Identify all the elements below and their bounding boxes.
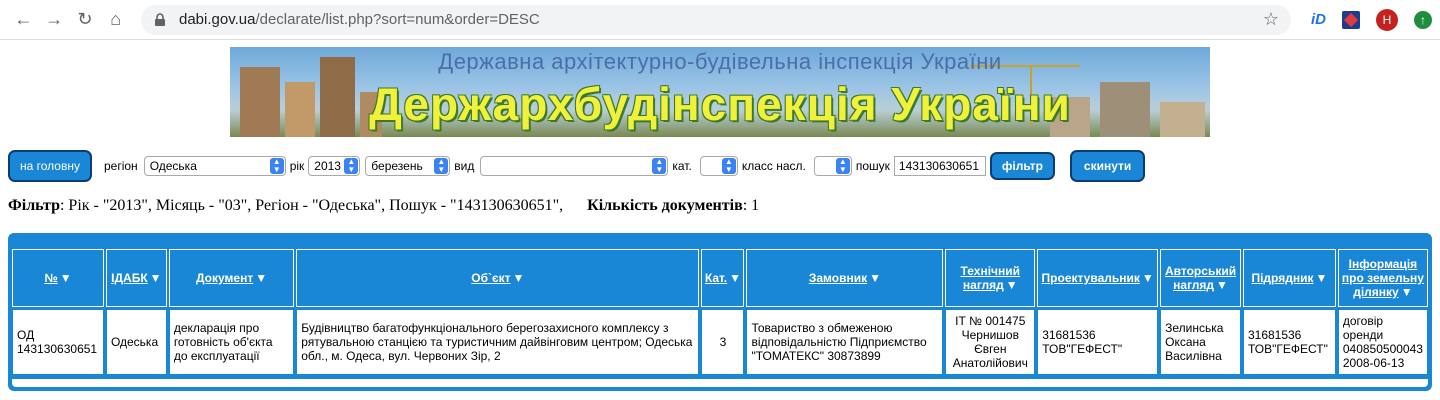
month-select-value: березень xyxy=(371,159,423,173)
search-input[interactable]: 143130630651 xyxy=(893,156,986,176)
url-host: dabi.gov.ua xyxy=(179,11,256,28)
sort-triangle-icon[interactable]: ▼ xyxy=(1315,271,1327,285)
category-select[interactable]: ▲ ▼ xyxy=(699,156,738,176)
column-header-object[interactable]: Об`єкт ▼ xyxy=(296,249,700,307)
sort-triangle-icon[interactable]: ▼ xyxy=(869,271,881,285)
month-select[interactable]: березень ▲ ▼ xyxy=(365,156,451,176)
sort-triangle-icon[interactable]: ▼ xyxy=(1401,285,1413,299)
cell-num: ОД 143130630651 xyxy=(12,309,104,375)
update-arrow-icon[interactable]: ↑ xyxy=(1414,10,1432,29)
column-header-idabk[interactable]: ІДАБК ▼ xyxy=(105,249,167,307)
search-label: пошук xyxy=(855,159,890,173)
column-header-tech-supervision[interactable]: Технічний нагляд ▼ xyxy=(945,249,1036,307)
cell-category: 3 xyxy=(701,309,745,375)
chevron-down-icon: ▲ ▼ xyxy=(835,158,850,174)
sort-triangle-icon[interactable]: ▼ xyxy=(1006,278,1018,292)
declarations-table: № ▼ ІДАБК ▼ Документ ▼ Об`єкт ▼ Кат. ▼ Замовн… xyxy=(10,247,1430,377)
filter-summary-label: Фільтр xyxy=(8,197,60,214)
chevron-down-icon: ▲ ▼ xyxy=(721,158,736,174)
column-header-author-supervision[interactable]: Авторський нагляд ▼ xyxy=(1160,249,1241,307)
cell-object: Будівництво багатофункціонального берего… xyxy=(296,309,700,375)
cell-document: декларація про готовність об'єкта до екс… xyxy=(168,309,295,375)
year-select-value: 2013 xyxy=(314,159,341,173)
sort-triangle-icon[interactable]: ▼ xyxy=(60,271,72,285)
banner-title: Держархбудінспекція України xyxy=(369,78,1071,130)
chevron-down-icon: ▲ ▼ xyxy=(434,158,449,174)
region-select[interactable]: Одеська ▲ ▼ xyxy=(143,156,286,176)
column-header-num[interactable]: № ▼ xyxy=(12,249,104,307)
sort-triangle-icon[interactable]: ▼ xyxy=(513,271,525,285)
address-bar[interactable]: dabi.gov.ua /declarate/list.php?sort=num… xyxy=(141,4,1291,35)
sort-triangle-icon[interactable]: ▼ xyxy=(255,271,267,285)
table-row: ОД 143130630651 Одеська декларація про г… xyxy=(12,309,1428,375)
column-header-document[interactable]: Документ ▼ xyxy=(168,249,295,307)
filter-summary: Фільтр: Рік - "2013", Місяць - "03", Рег… xyxy=(8,197,759,215)
column-header-customer[interactable]: Замовник ▼ xyxy=(746,249,944,307)
site-banner: Державна архітектурно-будівельна інспекц… xyxy=(230,47,1210,137)
back-arrow-icon[interactable]: ← xyxy=(8,4,39,36)
sort-triangle-icon[interactable]: ▼ xyxy=(729,271,741,285)
document-count-value: : 1 xyxy=(742,197,760,214)
year-select[interactable]: 2013 ▲ ▼ xyxy=(308,156,361,176)
chevron-down-icon: ▲ ▼ xyxy=(652,158,667,174)
class-select[interactable]: ▲ ▼ xyxy=(813,156,852,176)
type-select[interactable]: ▲ ▼ xyxy=(480,156,669,176)
sort-triangle-icon[interactable]: ▼ xyxy=(1142,271,1154,285)
document-count-label: Кількість документів xyxy=(587,197,743,214)
class-label: класс насл. xyxy=(741,159,806,173)
reload-icon[interactable]: ↻ xyxy=(70,4,101,36)
filter-button[interactable]: фільтр xyxy=(989,152,1055,180)
cell-land-info: договір оренди 040850500043 2008-06-13 xyxy=(1337,309,1428,375)
table-header-row: № ▼ ІДАБК ▼ Документ ▼ Об`єкт ▼ Кат. ▼ Замовн… xyxy=(12,249,1428,307)
region-label: регіон xyxy=(103,159,138,173)
lock-icon xyxy=(155,12,165,26)
cell-tech-supervision: ІТ № 001475 Чернишов Євген Анатолійович xyxy=(945,309,1036,375)
category-label: кат. xyxy=(672,159,692,173)
cell-author-supervision: Зелинська Оксана Василівна xyxy=(1160,309,1241,375)
cell-contractor: 31681536 ТОВ"ГЕФЕСТ" xyxy=(1242,309,1336,375)
profile-avatar[interactable]: H xyxy=(1376,8,1398,31)
column-header-contractor[interactable]: Підрядник ▼ xyxy=(1242,249,1336,307)
table-footer-strip xyxy=(12,379,1428,387)
region-select-value: Одеська xyxy=(149,159,197,173)
home-button[interactable]: на головну xyxy=(8,150,92,182)
reset-button[interactable]: скинути xyxy=(1069,150,1146,182)
filter-bar: на головну регіон Одеська ▲ ▼ рік 2013 ▲ ▼… xyxy=(8,150,1438,182)
search-input-value: 143130630651 xyxy=(898,159,979,173)
extension-id-icon[interactable]: iD xyxy=(1311,11,1326,28)
column-header-category[interactable]: Кат. ▼ xyxy=(701,249,745,307)
bookmark-star-icon[interactable]: ☆ xyxy=(1263,9,1279,30)
url-path: /declarate/list.php?sort=num&order=DESC xyxy=(255,11,540,28)
banner-subtitle: Державна архітектурно-будівельна інспекц… xyxy=(438,49,1002,74)
type-label: вид xyxy=(454,159,475,173)
forward-arrow-icon[interactable]: → xyxy=(39,4,70,36)
chevron-down-icon: ▲ ▼ xyxy=(269,158,284,174)
cell-designer: 31681536 ТОВ"ГЕФЕСТ" xyxy=(1037,309,1159,375)
cell-idabk: Одеська xyxy=(105,309,167,375)
home-icon[interactable]: ⌂ xyxy=(100,4,131,36)
filter-summary-text: : Рік - "2013", Місяць - "03", Регіон - … xyxy=(59,197,564,214)
browser-toolbar: ← → ↻ ⌂ dabi.gov.ua /declarate/list.php?… xyxy=(0,0,1440,40)
sort-triangle-icon[interactable]: ▼ xyxy=(150,271,162,285)
declarations-table-container: № ▼ ІДАБК ▼ Документ ▼ Об`єкт ▼ Кат. ▼ Замовн… xyxy=(8,233,1432,391)
cell-customer: Товариство з обмеженою відповідальністю … xyxy=(746,309,944,375)
year-label: рік xyxy=(289,159,305,173)
chevron-down-icon: ▲ ▼ xyxy=(344,158,359,174)
column-header-designer[interactable]: Проектувальник ▼ xyxy=(1037,249,1159,307)
extension-icon[interactable] xyxy=(1342,10,1360,29)
sort-triangle-icon[interactable]: ▼ xyxy=(1216,278,1228,292)
column-header-land-info[interactable]: Інформація про земельну ділянку ▼ xyxy=(1337,249,1428,307)
